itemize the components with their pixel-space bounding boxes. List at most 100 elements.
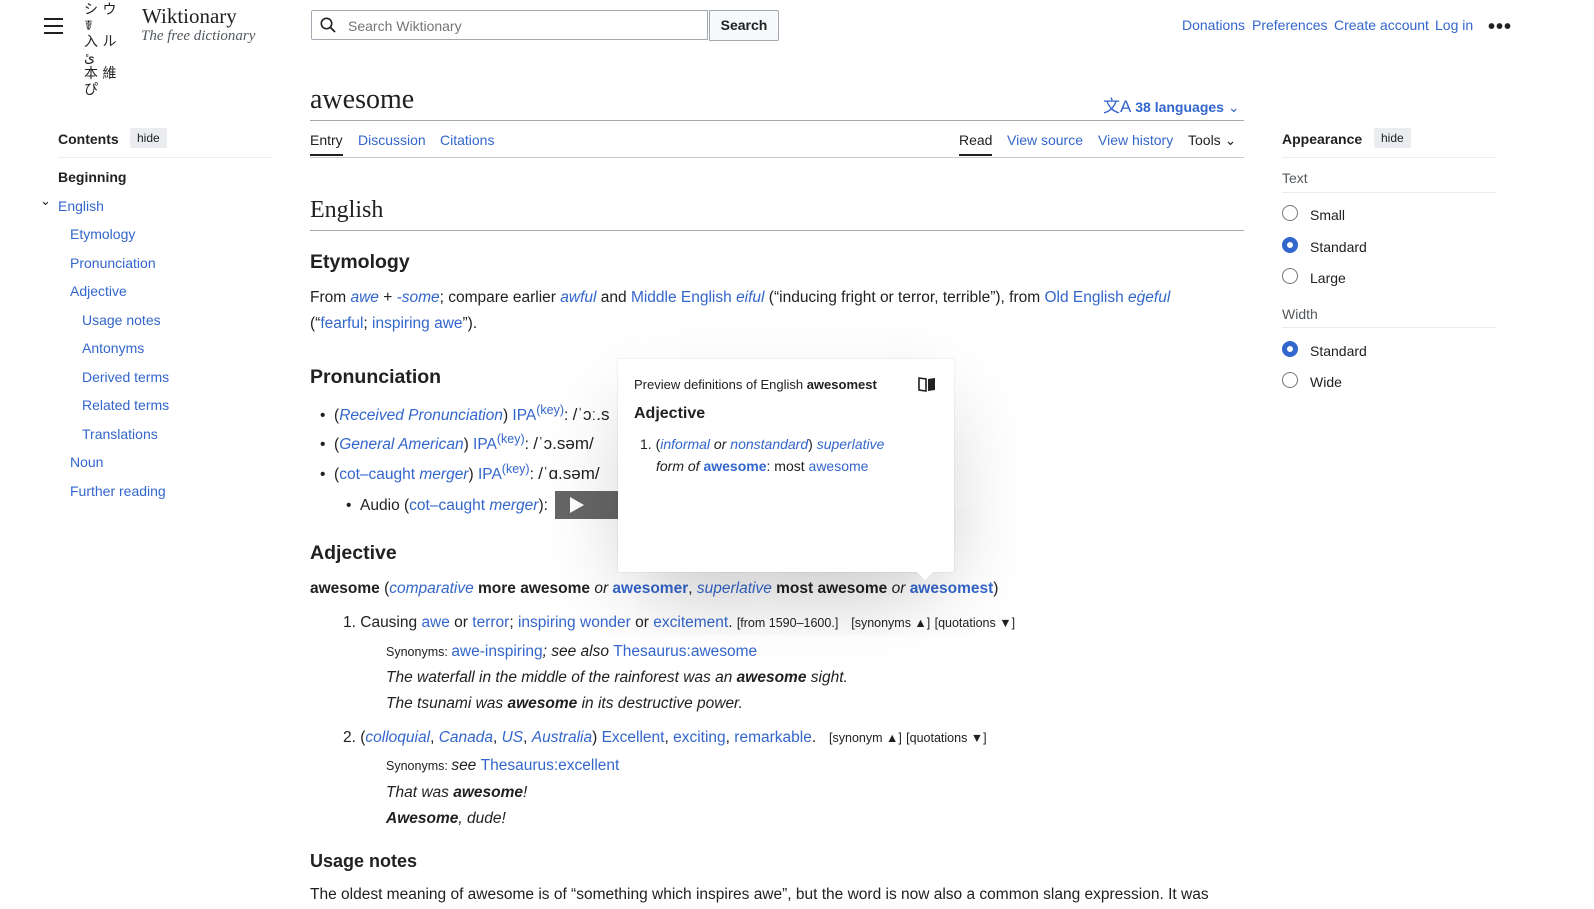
link-excellent[interactable]: Excellent [602,729,665,746]
tab-view-history[interactable]: View history [1098,132,1173,148]
link-awesome[interactable]: awesome [809,458,869,474]
width-label: Width [1282,306,1318,322]
main-menu-icon[interactable] [44,18,63,34]
width-standard-label: Standard [1310,343,1367,359]
tools-menu[interactable]: Tools ⌄ [1188,132,1236,149]
link-excitement[interactable]: excitement [653,614,728,631]
text-standard-radio[interactable] [1282,237,1298,253]
link-ipa[interactable]: IPA [512,407,536,424]
quotations-toggle[interactable]: [quotations ▼] [906,731,986,745]
quotations-toggle[interactable]: [quotations ▼] [935,616,1015,630]
link-thesaurus-awesome[interactable]: Thesaurus:awesome [613,643,757,660]
tab-citations[interactable]: Citations [440,132,494,148]
list-item: • (General American) IPA(key): /ˈɔ.səm/ [320,432,594,454]
toc-hide-button[interactable]: hide [130,128,167,148]
link-remarkable[interactable]: remarkable [734,729,812,746]
toc-item-derived-terms[interactable]: Derived terms [82,369,169,385]
toc-item-noun[interactable]: Noun [70,454,103,470]
text-large-radio[interactable] [1282,268,1298,284]
link-inspiring[interactable]: inspiring [518,614,576,631]
site-tagline: The free dictionary [141,28,256,44]
link-awesomer[interactable]: awesomer [612,580,688,597]
definition-2: 2. (colloquial, Canada, US, Australia) E… [343,729,987,746]
wiktionary-logo[interactable]: シ ウ ﻿ ☤ 入 ル ﻿ ئ 本 維 ぴ [84,2,134,98]
toc-item-related-terms[interactable]: Related terms [82,397,169,413]
toc-item-adjective[interactable]: Adjective [70,283,127,299]
log-in-link[interactable]: Log in [1435,17,1473,33]
link-nonstandard[interactable]: nonstandard [730,436,808,452]
link-awesome[interactable]: awesome [703,458,766,474]
link-middle-english[interactable]: Middle English [631,289,732,306]
toc-item-translations[interactable]: Translations [82,426,158,442]
heading-pronunciation: Pronunciation [310,366,442,388]
width-wide-radio[interactable] [1282,372,1298,388]
link-superlative[interactable]: superlative [817,436,885,452]
link-fearful[interactable]: fearful [320,315,363,332]
tab-view-source[interactable]: View source [1007,132,1083,148]
link-some[interactable]: -some [397,289,440,306]
appearance-hide-button[interactable]: hide [1374,128,1411,148]
chevron-down-icon: ⌄ [1224,132,1237,148]
link-ipa-key[interactable]: (key) [536,403,564,417]
chevron-down-icon: ⌄ [1227,99,1240,115]
audio-player[interactable] [555,491,619,519]
tab-entry[interactable]: Entry [310,132,343,156]
toc-item-pronunciation[interactable]: Pronunciation [70,255,156,271]
link-egeful[interactable]: eġeful [1128,289,1170,306]
toc-item-antonyms[interactable]: Antonyms [82,340,144,356]
search-input[interactable] [346,11,690,41]
book-icon[interactable] [918,376,936,392]
preferences-link[interactable]: Preferences [1252,17,1327,33]
languages-button[interactable]: 文A 38 languages ⌄ [1103,92,1240,117]
link-ipa[interactable]: IPA [478,466,502,483]
link-cot-caught[interactable]: cot–caught [339,466,415,483]
link-awe[interactable]: awe [421,614,449,631]
more-options-icon[interactable]: ••• [1488,16,1512,39]
text-small-radio[interactable] [1282,205,1298,221]
link-superlative[interactable]: superlative [697,580,772,597]
toc-item-usage-notes[interactable]: Usage notes [82,312,161,328]
link-awe-inspiring[interactable]: awe-inspiring [451,643,542,660]
site-title[interactable]: Wiktionary [142,4,237,29]
link-awesomest[interactable]: awesomest [910,580,994,597]
link-inspiring-awe[interactable]: inspiring awe [372,315,462,332]
link-colloquial[interactable]: colloquial [365,729,430,746]
search-button[interactable]: Search [709,10,779,41]
link-general-american[interactable]: General American [339,436,463,453]
link-exciting[interactable]: exciting [673,729,726,746]
toc-item-etymology[interactable]: Etymology [70,226,135,242]
tab-read[interactable]: Read [959,132,993,156]
play-icon[interactable] [567,495,587,515]
search-field[interactable] [311,10,708,41]
link-ipa-key[interactable]: (key) [497,432,525,446]
link-comparative[interactable]: comparative [389,580,473,597]
link-informal[interactable]: informal [660,436,710,452]
create-account-link[interactable]: Create account [1334,17,1429,33]
donations-link[interactable]: Donations [1182,17,1245,33]
link-eiful[interactable]: eiful [736,289,764,306]
link-terror[interactable]: terror [472,614,509,631]
chevron-down-icon[interactable]: ⌄ [40,193,51,209]
link-ipa-key[interactable]: (key) [502,462,530,476]
link-awe[interactable]: awe [350,289,378,306]
toc-item-english[interactable]: English [58,198,104,214]
link-ipa[interactable]: IPA [473,436,497,453]
synonym-toggle[interactable]: [synonym ▲] [829,731,902,745]
link-cot-caught[interactable]: cot–caught [409,497,485,514]
link-us[interactable]: US [502,729,524,746]
link-merger[interactable]: merger [419,466,468,483]
width-standard-radio[interactable] [1282,341,1298,357]
link-canada[interactable]: Canada [439,729,493,746]
link-received-pronunciation[interactable]: Received Pronunciation [339,407,503,424]
toc-item-beginning[interactable]: Beginning [58,169,126,185]
link-australia[interactable]: Australia [532,729,592,746]
link-thesaurus-excellent[interactable]: Thesaurus:excellent [481,757,620,774]
toc-item-further-reading[interactable]: Further reading [70,483,166,499]
preview-popup[interactable]: Preview definitions of English awesomest… [618,359,954,572]
link-wonder[interactable]: wonder [580,614,631,631]
tab-discussion[interactable]: Discussion [358,132,426,148]
link-awful[interactable]: awful [560,289,596,306]
link-old-english[interactable]: Old English [1044,289,1123,306]
synonyms-toggle[interactable]: [synonyms ▲] [851,616,930,630]
link-merger[interactable]: merger [489,497,538,514]
